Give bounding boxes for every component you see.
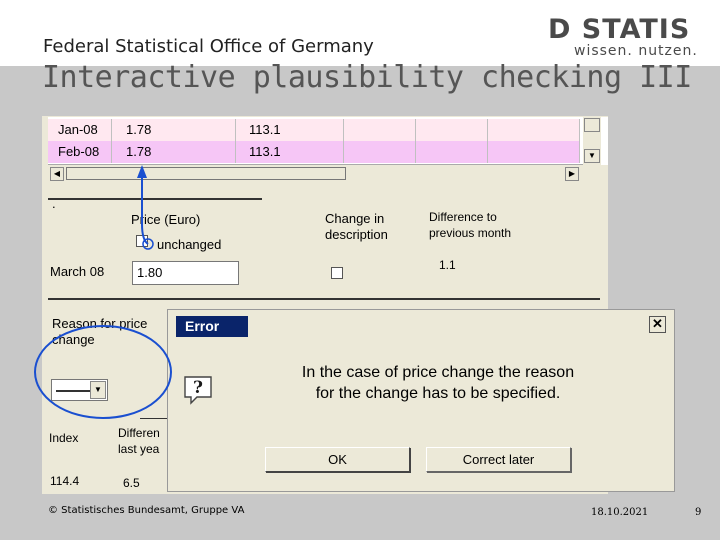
- unchanged-label: unchanged: [157, 237, 222, 252]
- table-cell-empty[interactable]: [488, 141, 580, 163]
- price-data-grid: Jan-08 1.78 113.1 Feb-08 1.78 113.1: [48, 117, 608, 165]
- reason-dropdown[interactable]: ▼: [51, 379, 108, 401]
- table-cell-index[interactable]: 113.1: [236, 141, 344, 163]
- price-input[interactable]: 1.80: [132, 261, 239, 285]
- table-cell-empty[interactable]: [416, 141, 488, 163]
- error-dialog: Error ✕ ? In the case of price change th…: [167, 309, 675, 492]
- reason-for-price-change-label: Reason for price change: [52, 316, 148, 347]
- question-glyph: ?: [193, 378, 203, 398]
- dropdown-value: [56, 390, 90, 392]
- slide-header: Federal Statistical Office of Germany D …: [0, 0, 720, 66]
- table-cell-month[interactable]: Jan-08: [48, 119, 112, 141]
- scroll-right-icon[interactable]: ▶: [565, 167, 579, 181]
- dialog-message: In the case of price change the reason f…: [301, 364, 575, 402]
- organization-name: Federal Statistical Office of Germany: [43, 36, 374, 57]
- table-cell-empty[interactable]: [488, 119, 580, 141]
- footer-date: 18.10.2021: [591, 507, 649, 518]
- unchanged-checkbox[interactable]: [136, 235, 148, 247]
- index-label: Index: [49, 431, 79, 445]
- grid-vertical-scrollbar[interactable]: ▼: [583, 117, 601, 165]
- table-cell-price[interactable]: 1.78: [112, 119, 236, 141]
- slide-title: Interactive plausibility checking III: [42, 60, 692, 95]
- logo-tagline: wissen. nutzen.: [574, 43, 698, 59]
- destatis-logo: D STATIS wissen. nutzen.: [548, 14, 698, 59]
- table-cell-empty[interactable]: [344, 141, 416, 163]
- scroll-left-icon[interactable]: ◀: [50, 167, 64, 181]
- section-divider: [48, 198, 262, 200]
- footer-copyright: © Statistisches Bundesamt, Gruppe VA: [48, 505, 245, 516]
- index-value: 114.4: [50, 474, 80, 488]
- scroll-up-icon[interactable]: [584, 118, 600, 132]
- difference-previous-month-header: Difference to previous month: [429, 210, 512, 240]
- section-divider: [48, 298, 600, 300]
- difference-previous-month-value: 1.1: [439, 258, 456, 272]
- question-icon: ?: [184, 376, 212, 405]
- table-cell-empty[interactable]: [416, 119, 488, 141]
- scroll-down-icon[interactable]: ▼: [584, 149, 600, 163]
- change-description-checkbox[interactable]: [331, 267, 343, 279]
- form-dot: .: [52, 196, 56, 211]
- change-description-header: Change in description: [325, 211, 388, 242]
- month-label: March 08: [50, 264, 105, 279]
- dialog-titlebar: Error ✕: [172, 313, 672, 337]
- ok-button[interactable]: OK: [265, 447, 410, 472]
- price-column-header: Price (Euro): [131, 212, 201, 227]
- table-cell-empty[interactable]: [344, 119, 416, 141]
- difference-last-year-value: 6.5: [123, 476, 140, 490]
- difference-last-year-label: Differen last yea: [118, 426, 160, 456]
- table-cell-month[interactable]: Feb-08: [48, 141, 112, 163]
- grid-horizontal-scrollbar[interactable]: ◀ ▶: [48, 164, 583, 182]
- table-cell-index[interactable]: 113.1: [236, 119, 344, 141]
- table-cell-price[interactable]: 1.78: [112, 141, 236, 163]
- logo-wordmark: D STATIS: [548, 14, 691, 45]
- dialog-title: Error: [176, 316, 248, 337]
- close-icon[interactable]: ✕: [649, 316, 666, 333]
- table-row[interactable]: Feb-08 1.78 113.1: [48, 141, 580, 163]
- scrollbar-thumb[interactable]: [66, 167, 346, 180]
- correct-later-button[interactable]: Correct later: [426, 447, 571, 472]
- table-row[interactable]: Jan-08 1.78 113.1: [48, 119, 580, 141]
- chevron-down-icon[interactable]: ▼: [90, 381, 106, 399]
- page-number: 9: [695, 507, 702, 518]
- section-divider: [140, 418, 168, 419]
